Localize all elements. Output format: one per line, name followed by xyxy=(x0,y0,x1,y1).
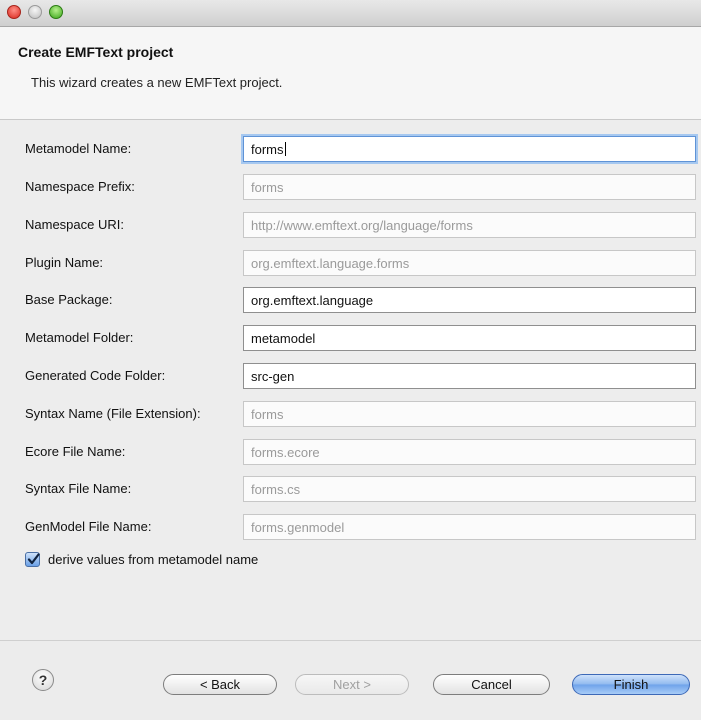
wizard-title: Create EMFText project xyxy=(18,44,174,60)
syntax-name-label: Syntax Name (File Extension): xyxy=(25,406,201,421)
base-package-label: Base Package: xyxy=(25,292,113,307)
namespace-prefix-label: Namespace Prefix: xyxy=(25,179,135,194)
form-row-syntax-file-name: Syntax File Name: forms.cs xyxy=(0,476,701,504)
genmodel-file-name-label: GenModel File Name: xyxy=(25,519,152,534)
derive-values-checkbox[interactable] xyxy=(25,552,40,567)
syntax-file-name-label: Syntax File Name: xyxy=(25,481,132,496)
form-row-syntax-name: Syntax Name (File Extension): forms xyxy=(0,401,701,429)
generated-code-folder-label: Generated Code Folder: xyxy=(25,368,166,383)
wizard-footer: ? < Back Next > Cancel Finish xyxy=(0,640,701,720)
window-zoom-button[interactable] xyxy=(49,5,63,19)
question-mark-icon[interactable]: ? xyxy=(32,669,54,691)
form-row-base-package: Base Package: org.emftext.language xyxy=(0,287,701,315)
metamodel-name-label: Metamodel Name: xyxy=(25,141,132,156)
ecore-file-name-field: forms.ecore xyxy=(243,439,696,465)
derive-values-label: derive values from metamodel name xyxy=(48,552,259,567)
namespace-uri-field: http://www.emftext.org/language/forms xyxy=(243,212,696,238)
form-row-generated-code-folder: Generated Code Folder: src-gen xyxy=(0,363,701,391)
plugin-name-label: Plugin Name: xyxy=(25,255,104,270)
checkmark-icon xyxy=(27,553,40,565)
window-minimize-button[interactable] xyxy=(28,5,42,19)
text-caret xyxy=(284,142,286,156)
cancel-button[interactable]: Cancel xyxy=(433,674,550,695)
finish-button[interactable]: Finish xyxy=(572,674,690,695)
form-row-metamodel-name: Metamodel Name: forms xyxy=(0,136,701,164)
title-bar xyxy=(0,0,701,27)
genmodel-file-name-field: forms.genmodel xyxy=(243,514,696,540)
generated-code-folder-field[interactable]: src-gen xyxy=(243,363,696,389)
form-row-metamodel-folder: Metamodel Folder: metamodel xyxy=(0,325,701,353)
syntax-name-field: forms xyxy=(243,401,696,427)
namespace-prefix-field: forms xyxy=(243,174,696,200)
form-row-genmodel-file-name: GenModel File Name: forms.genmodel xyxy=(0,514,701,542)
plugin-name-field: org.emftext.language.forms xyxy=(243,250,696,276)
back-button[interactable]: < Back xyxy=(163,674,277,695)
base-package-field[interactable]: org.emftext.language xyxy=(243,287,696,313)
window-close-button[interactable] xyxy=(7,5,21,19)
form-row-namespace-prefix: Namespace Prefix: forms xyxy=(0,174,701,202)
form-row-ecore-file-name: Ecore File Name: forms.ecore xyxy=(0,439,701,467)
form-row-plugin-name: Plugin Name: org.emftext.language.forms xyxy=(0,250,701,278)
wizard-header: Create EMFText project This wizard creat… xyxy=(0,27,701,120)
syntax-file-name-field: forms.cs xyxy=(243,476,696,502)
namespace-uri-label: Namespace URI: xyxy=(25,217,124,232)
metamodel-folder-label: Metamodel Folder: xyxy=(25,330,134,345)
metamodel-folder-field[interactable]: metamodel xyxy=(243,325,696,351)
wizard-window: Create EMFText project This wizard creat… xyxy=(0,0,701,720)
wizard-description: This wizard creates a new EMFText projec… xyxy=(31,75,283,90)
next-button[interactable]: Next > xyxy=(295,674,409,695)
project-form: Metamodel Name: forms Namespace Prefix: … xyxy=(0,120,701,640)
ecore-file-name-label: Ecore File Name: xyxy=(25,444,126,459)
form-row-namespace-uri: Namespace URI: http://www.emftext.org/la… xyxy=(0,212,701,240)
metamodel-name-field[interactable]: forms xyxy=(243,136,696,162)
